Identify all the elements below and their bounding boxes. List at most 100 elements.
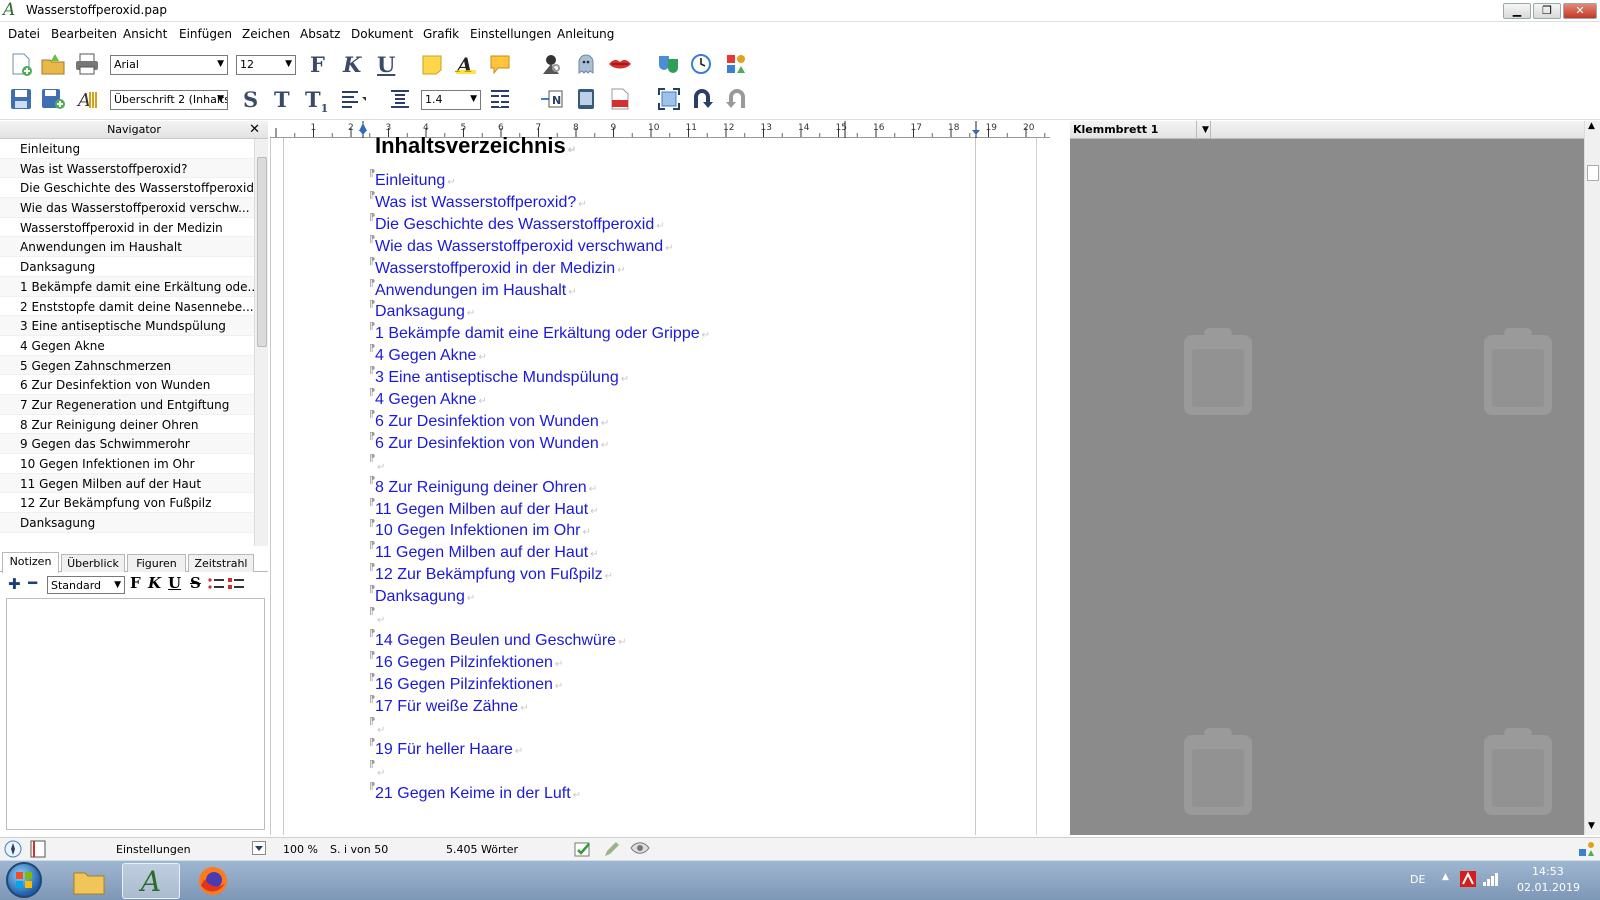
nav-item[interactable]: 3 Eine antiseptische Mundspülung	[0, 316, 254, 336]
book-icon[interactable]	[30, 840, 46, 861]
toc-entry[interactable]: Einleitung ↵	[375, 172, 456, 194]
shapes-status-icon[interactable]	[1578, 840, 1596, 861]
nav-item[interactable]: 2 Enststopfe damit deine Nasennebe...	[0, 297, 254, 317]
ghost-icon[interactable]	[573, 51, 599, 77]
toc-entry[interactable]: 11 Gegen Milben auf der Haut ↵	[375, 544, 599, 566]
close-button[interactable]: ✕	[1563, 3, 1597, 19]
navigator-scrollbar[interactable]	[254, 139, 268, 546]
network-icon[interactable]	[1482, 871, 1500, 890]
toc-entry[interactable]: 1 Bekämpfe damit eine Erkältung oder Gri…	[375, 325, 710, 347]
close-icon[interactable]: ✕	[249, 121, 260, 138]
bold-button[interactable]: F	[310, 52, 325, 77]
toc-entry[interactable]: 4 Gegen Akne ↵	[375, 347, 487, 369]
menu-zeichen[interactable]: Zeichen	[242, 27, 290, 41]
sticky-note-icon[interactable]	[419, 51, 445, 77]
shapes-icon[interactable]	[723, 51, 749, 77]
tab-zeitstrahl[interactable]: Zeitstrahl	[188, 554, 254, 572]
menu-ansicht[interactable]: Ansicht	[123, 27, 167, 41]
nav-item[interactable]: 11 Gegen Milben auf der Haut	[0, 473, 254, 494]
nav-item[interactable]: 1 Bekämpfe damit eine Erkältung ode...	[0, 276, 254, 297]
theater-masks-icon[interactable]	[656, 51, 682, 77]
nav-item[interactable]: Anwendungen im Haushalt	[0, 237, 254, 258]
menu-dokument[interactable]: Dokument	[351, 27, 413, 41]
highlight-text-icon[interactable]: A	[453, 51, 479, 77]
tab-notizen[interactable]: Notizen	[2, 552, 59, 573]
nav-item[interactable]: Wie das Wasserstoffperoxid verschw...	[0, 198, 254, 218]
nav-item[interactable]: Was ist Wasserstoffperoxid?	[0, 158, 254, 179]
fullscreen-icon[interactable]	[656, 86, 682, 112]
toc-entry[interactable]: 11 Gegen Milben auf der Haut ↵	[375, 501, 599, 523]
menu-grafik[interactable]: Grafik	[423, 27, 459, 41]
taskbar-firefox[interactable]	[184, 863, 242, 899]
nav-item[interactable]: Die Geschichte des Wasserstoffperoxid	[0, 178, 254, 199]
nav-item[interactable]: 9 Gegen das Schwimmerohr	[0, 434, 254, 454]
nav-item[interactable]: 7 Zur Regeneration und Entgiftung	[0, 394, 254, 415]
toc-entry[interactable]: 8 Zur Reinigung deiner Ohren ↵	[375, 479, 597, 501]
line-spacing-select[interactable]: 1.4 ▼	[421, 90, 481, 110]
open-folder-icon[interactable]	[40, 51, 66, 77]
clipboard-dropdown-icon[interactable]: ▼	[1202, 121, 1209, 139]
pdf-export-icon[interactable]	[607, 86, 633, 112]
toc-entry[interactable]: 19 Für heller Haare ↵	[375, 741, 523, 763]
italic-button[interactable]: K	[343, 52, 361, 77]
typewriter-button[interactable]: T	[274, 87, 290, 112]
start-button[interactable]	[6, 862, 42, 898]
maximize-button[interactable]: ❐	[1533, 3, 1561, 19]
nav-item[interactable]: Danksagung	[0, 257, 254, 277]
save-icon[interactable]	[8, 86, 34, 112]
vertical-scrollbar[interactable]: ▲ ▼	[1584, 121, 1600, 835]
notes-italic-button[interactable]: K	[148, 574, 161, 592]
clock-icon[interactable]	[688, 51, 714, 77]
pen-icon[interactable]	[602, 840, 620, 861]
nav-item[interactable]: 5 Gegen Zahnschmerzen	[0, 355, 254, 376]
toc-entry[interactable]: 14 Gegen Beulen und Geschwüre ↵	[375, 632, 626, 654]
nav-item[interactable]: 4 Gegen Akne	[0, 336, 254, 356]
document-page[interactable]: Inhaltsverzeichnis ↵ ⁋ Einleitung ↵ ⁋ Was ist…	[283, 133, 976, 835]
taskbar-explorer[interactable]	[60, 863, 118, 899]
dropdown-icon[interactable]	[252, 841, 266, 858]
language-indicator[interactable]: DE	[1410, 873, 1425, 886]
tray-expand-icon[interactable]: ▲	[1442, 872, 1449, 882]
font-format-icon[interactable]: A	[74, 86, 100, 112]
notes-textarea[interactable]	[6, 598, 265, 830]
clock-time[interactable]: 14:53	[1532, 865, 1564, 878]
zoom-level[interactable]: 100 %	[283, 843, 318, 856]
save-as-icon[interactable]	[40, 86, 66, 112]
menu-datei[interactable]: Datei	[8, 27, 40, 41]
search-person-icon[interactable]	[538, 51, 564, 77]
toc-entry[interactable]: Die Geschichte des Wasserstoffperoxid ↵	[375, 216, 665, 238]
toc-entry[interactable]: 4 Gegen Akne ↵	[375, 391, 487, 413]
toc-entry[interactable]: Wasserstoffperoxid in der Medizin ↵	[375, 260, 626, 282]
toc-entry[interactable]: Was ist Wasserstoffperoxid? ↵	[375, 194, 587, 216]
menu-bearbeiten[interactable]: Bearbeiten	[51, 27, 117, 41]
scrollbar-thumb[interactable]	[1587, 165, 1599, 181]
compass-icon[interactable]	[4, 840, 22, 861]
nav-item[interactable]: 8 Zur Reinigung deiner Ohren	[0, 415, 254, 435]
scroll-up-icon[interactable]: ▲	[1588, 121, 1595, 131]
nav-item-einleitung[interactable]: Einleitung	[0, 139, 254, 159]
toc-entry[interactable]: 16 Gegen Pilzinfektionen ↵	[375, 676, 563, 698]
nav-item[interactable]: 10 Gegen Infektionen im Ohr	[0, 454, 254, 474]
underline-button[interactable]: U	[377, 52, 395, 77]
minimize-button[interactable]: ▁	[1503, 3, 1531, 19]
menu-einstellungen[interactable]: Einstellungen	[470, 27, 551, 41]
toc-entry[interactable]: 17 Für weiße Zähne ↵	[375, 698, 529, 720]
redo-icon[interactable]	[723, 86, 749, 112]
font-select[interactable]: Arial ▼	[110, 55, 228, 75]
clipboard-panel[interactable]	[1070, 139, 1584, 835]
bullet-list-icon[interactable]	[208, 577, 224, 594]
tab-ueberblick[interactable]: Überblick	[61, 554, 125, 572]
tab-figuren[interactable]: Figuren	[127, 554, 186, 572]
font-size-select[interactable]: 12 ▼	[236, 55, 296, 75]
lips-speech-icon[interactable]	[607, 51, 633, 77]
paragraph-style-select[interactable]: Überschrift 2 (Inhalts ▼	[110, 90, 228, 110]
toc-entry[interactable]: Danksagung ↵	[375, 303, 475, 325]
toc-entry[interactable]: 6 Zur Desinfektion von Wunden ↵	[375, 413, 609, 435]
notes-strike-button[interactable]: S	[190, 574, 201, 592]
subscript-button[interactable]: T1	[305, 87, 328, 115]
spellcheck-icon[interactable]	[574, 840, 592, 861]
eye-icon[interactable]	[630, 841, 650, 858]
undo-icon[interactable]	[690, 86, 716, 112]
antivirus-icon[interactable]	[1460, 871, 1476, 890]
menu-anleitung[interactable]: Anleitung	[557, 27, 614, 41]
